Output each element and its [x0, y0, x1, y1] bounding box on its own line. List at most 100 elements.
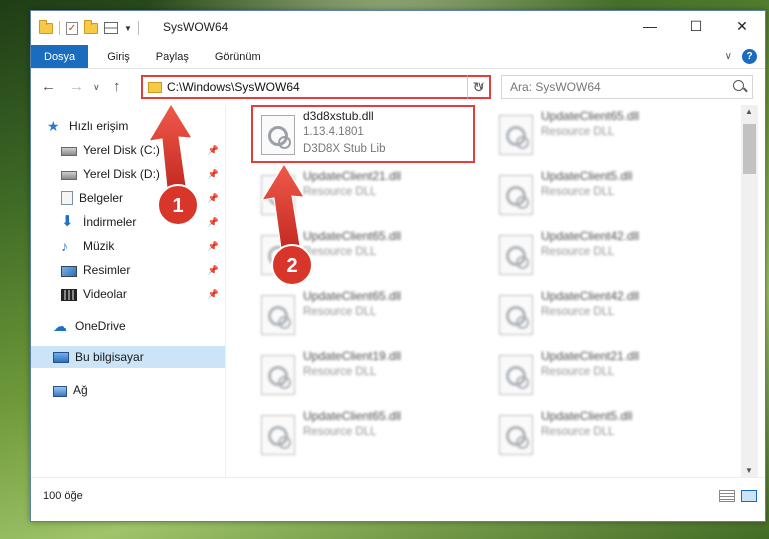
sidebar-item-videos[interactable]: Videolar 📌: [31, 283, 225, 305]
back-arrow-icon[interactable]: ←: [41, 78, 56, 95]
file-name: UpdateClient65.dll: [303, 229, 402, 243]
file-description: Resource DLL: [303, 186, 377, 198]
chevron-down-icon[interactable]: ▼: [124, 24, 132, 33]
sidebar-item-onedrive[interactable]: ☁ OneDrive: [31, 315, 225, 337]
file-description: Resource DLL: [541, 126, 615, 138]
search-input[interactable]: Ara: SysWOW64: [501, 75, 753, 99]
sidebar-item-label: Videolar: [83, 287, 127, 301]
properties-check-icon[interactable]: ✓: [66, 21, 78, 35]
up-arrow-icon[interactable]: ↑: [113, 78, 121, 95]
new-folder-icon[interactable]: [84, 19, 98, 34]
star-icon: ★: [47, 118, 60, 134]
sidebar-item-this-pc[interactable]: Bu bilgisayar: [31, 346, 225, 368]
sidebar-item-pictures[interactable]: Resimler 📌: [31, 259, 225, 281]
sidebar-item-documents[interactable]: Belgeler 📌: [31, 187, 225, 209]
file-item[interactable]: UpdateClient65.dll Resource DLL: [489, 105, 719, 163]
pin-icon[interactable]: 📌: [208, 265, 219, 276]
pane-divider[interactable]: [225, 105, 226, 477]
pin-icon[interactable]: 📌: [208, 145, 219, 156]
sidebar-item-network[interactable]: Ağ: [31, 379, 225, 401]
sidebar-item-music[interactable]: ♪ Müzik 📌: [31, 235, 225, 257]
sidebar-item-downloads[interactable]: ⬇ İndirmeler 📌: [31, 211, 225, 233]
file-item[interactable]: UpdateClient65.dll Resource DLL: [251, 405, 481, 463]
search-placeholder: Ara: SysWOW64: [510, 80, 601, 94]
sidebar-item-label: Bu bilgisayar: [75, 350, 144, 364]
tab-view[interactable]: Görünüm: [202, 45, 274, 68]
tab-share[interactable]: Paylaş: [143, 45, 202, 68]
file-item[interactable]: UpdateClient5.dll Resource DLL: [489, 165, 719, 223]
pin-icon[interactable]: 📌: [208, 289, 219, 300]
file-item[interactable]: UpdateClient5.dll Resource DLL: [489, 405, 719, 463]
forward-arrow-icon[interactable]: →: [69, 78, 84, 95]
refresh-icon: ↻: [472, 79, 485, 95]
file-name: UpdateClient19.dll: [303, 349, 402, 363]
file-item[interactable]: UpdateClient42.dll Resource DLL: [489, 225, 719, 283]
item-count: 100 öğe: [43, 490, 83, 502]
document-icon: [61, 191, 73, 205]
pin-icon[interactable]: 📌: [208, 193, 219, 204]
file-description: Resource DLL: [303, 246, 377, 258]
dll-file-icon: [261, 175, 295, 215]
sidebar-item-label: İndirmeler: [83, 215, 137, 229]
disk-icon: [61, 147, 77, 156]
sidebar-item-quick-access[interactable]: ★ Hızlı erişim: [31, 115, 225, 137]
ribbon-tabs: Dosya Giriş Paylaş Görünüm ∨ ?: [31, 45, 765, 69]
expand-ribbon-icon[interactable]: ∨: [725, 51, 732, 62]
file-item[interactable]: UpdateClient65.dll Resource DLL: [251, 285, 481, 343]
toolbar-divider: [59, 21, 60, 35]
pictures-icon: [61, 265, 77, 277]
details-view-icon[interactable]: [719, 490, 735, 502]
maximize-icon: ☐: [689, 17, 703, 34]
file-item[interactable]: UpdateClient21.dll Resource DLL: [489, 345, 719, 403]
folder-icon: [148, 82, 162, 93]
file-name: UpdateClient5.dll: [541, 409, 633, 423]
sidebar-item-label: Hızlı erişim: [69, 119, 129, 133]
navigation-pane: ★ Hızlı erişim Yerel Disk (C:) 📌 Yerel D…: [31, 105, 225, 477]
file-name: UpdateClient42.dll: [541, 289, 640, 303]
computer-icon: [53, 352, 69, 363]
pin-icon[interactable]: 📌: [208, 217, 219, 228]
close-button[interactable]: ✕: [719, 11, 765, 41]
recent-locations-icon[interactable]: ∨: [93, 82, 100, 93]
file-item[interactable]: UpdateClient19.dll Resource DLL: [251, 345, 481, 403]
file-item[interactable]: UpdateClient65.dll Resource DLL: [251, 225, 481, 283]
sidebar-item-label: Yerel Disk (C:): [83, 143, 160, 157]
close-icon: ✕: [736, 17, 748, 34]
dll-file-icon: [499, 235, 533, 275]
minimize-button[interactable]: —: [627, 11, 673, 41]
vertical-scrollbar[interactable]: ▲ ▼: [741, 105, 758, 477]
file-name: UpdateClient65.dll: [303, 289, 402, 303]
tiles-view-icon[interactable]: [741, 490, 757, 502]
customize-view-icon[interactable]: [104, 22, 118, 34]
disk-icon: [61, 171, 77, 180]
refresh-button[interactable]: ↻: [467, 75, 491, 99]
dll-file-icon: [499, 115, 533, 155]
file-description: Resource DLL: [303, 366, 377, 378]
sidebar-item-local-disk-d[interactable]: Yerel Disk (D:) 📌: [31, 163, 225, 185]
file-item[interactable]: UpdateClient42.dll Resource DLL: [489, 285, 719, 343]
cloud-icon: ☁: [53, 318, 67, 334]
tab-home[interactable]: Giriş: [94, 45, 143, 68]
scrollbar-thumb[interactable]: [743, 124, 756, 174]
folder-icon: [39, 19, 53, 34]
file-name: UpdateClient21.dll: [541, 349, 640, 363]
scroll-down-icon[interactable]: ▼: [745, 466, 753, 475]
file-item[interactable]: UpdateClient21.dll Resource DLL: [251, 165, 481, 223]
sidebar-item-local-disk-c[interactable]: Yerel Disk (C:) 📌: [31, 139, 225, 161]
quick-access-toolbar: ✓ ▼: [39, 19, 139, 36]
address-bar[interactable]: C:\Windows\SysWOW64 ∨: [141, 75, 491, 99]
maximize-button[interactable]: ☐: [673, 11, 719, 41]
highlight-box: [251, 105, 475, 163]
file-name: UpdateClient42.dll: [541, 229, 640, 243]
dll-file-icon: [261, 295, 295, 335]
help-icon[interactable]: ?: [742, 49, 757, 64]
search-icon: [733, 80, 744, 91]
scroll-up-icon[interactable]: ▲: [745, 107, 753, 116]
dll-file-icon: [499, 355, 533, 395]
title-bar: ✓ ▼ SysWOW64 — ☐ ✕: [31, 11, 765, 45]
dll-file-icon: [499, 415, 533, 455]
pin-icon[interactable]: 📌: [208, 241, 219, 252]
address-path: C:\Windows\SysWOW64: [167, 80, 300, 94]
pin-icon[interactable]: 📌: [208, 169, 219, 180]
tab-file[interactable]: Dosya: [31, 45, 89, 68]
